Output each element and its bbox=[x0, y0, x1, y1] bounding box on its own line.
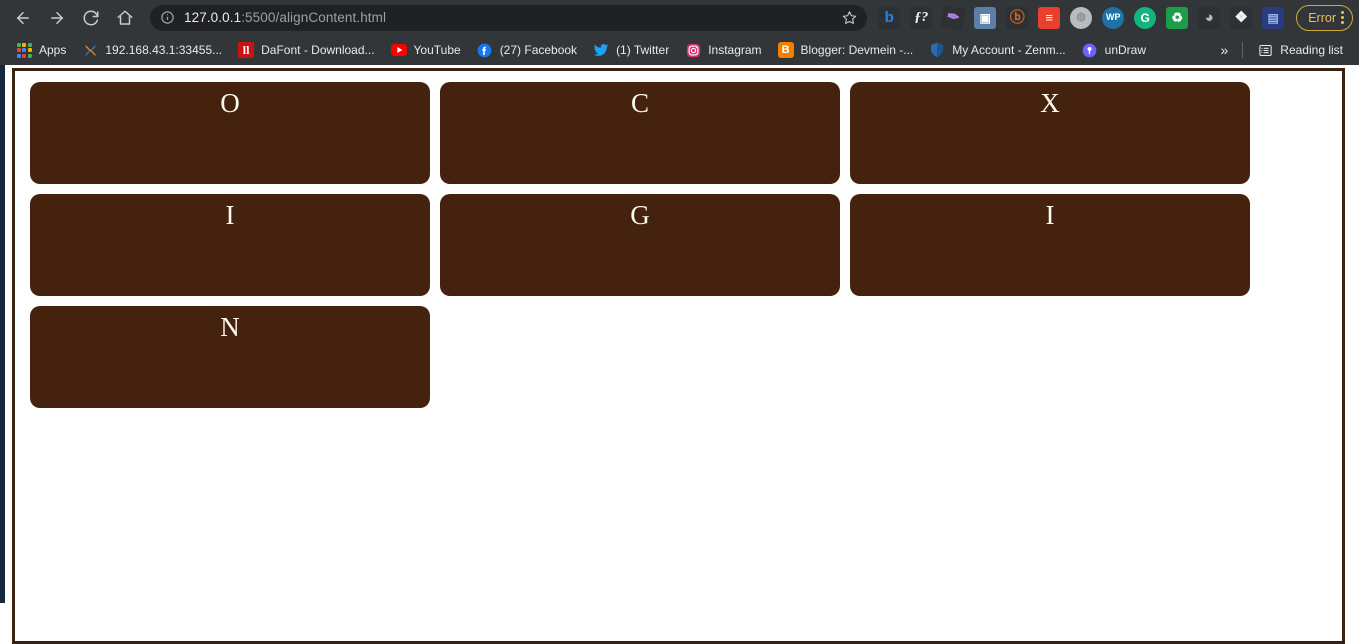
fontface-ninja-extension-icon[interactable]: ƒ? bbox=[910, 6, 933, 29]
window-left-edge bbox=[0, 65, 5, 603]
back-button[interactable] bbox=[8, 3, 38, 33]
bookmark-twitter[interactable]: (1) Twitter bbox=[585, 39, 677, 61]
flex-item: C bbox=[440, 82, 840, 184]
bookmark-label: DaFont - Download... bbox=[261, 43, 375, 57]
xampp-icon bbox=[82, 42, 98, 58]
bookmark-label: (27) Facebook bbox=[499, 43, 578, 57]
screenshot-extension-icon[interactable]: ▣ bbox=[974, 6, 997, 29]
flex-container: OCXIGIN bbox=[12, 68, 1345, 644]
bookmark-label: unDraw bbox=[1104, 43, 1146, 57]
twitter-icon bbox=[593, 42, 609, 58]
flex-item: I bbox=[850, 194, 1250, 296]
bookmark-label: (1) Twitter bbox=[616, 43, 670, 57]
screencast-extension-icon[interactable]: ▤ bbox=[1262, 6, 1285, 29]
flex-item: X bbox=[850, 82, 1250, 184]
bitwarden-extension-icon[interactable]: ⓑ bbox=[1006, 6, 1029, 29]
bitly-extension-icon[interactable]: b bbox=[878, 6, 901, 29]
zenmate-shield-icon bbox=[929, 42, 945, 58]
bookmark-facebook[interactable]: (27) Facebook bbox=[469, 39, 585, 61]
bookmark-blogger[interactable]: B Blogger: Devmein -... bbox=[770, 39, 922, 61]
address-bar[interactable]: 127.0.0.1:5500/alignContent.html bbox=[150, 4, 868, 31]
bookmark-label: YouTube bbox=[413, 43, 461, 57]
facebook-icon bbox=[477, 42, 493, 58]
forward-button[interactable] bbox=[42, 3, 72, 33]
error-label: Error bbox=[1308, 10, 1336, 25]
grammarly-extension-icon[interactable]: G bbox=[1134, 6, 1157, 29]
bookmark-youtube[interactable]: YouTube bbox=[383, 39, 469, 61]
site-info-icon[interactable] bbox=[160, 10, 175, 25]
flex-item: G bbox=[440, 194, 840, 296]
flex-item: N bbox=[30, 306, 430, 408]
bookmark-label: 192.168.43.1:33455... bbox=[105, 43, 223, 57]
bookmark-label: Instagram bbox=[708, 43, 762, 57]
kebab-menu-icon[interactable] bbox=[1341, 11, 1344, 24]
extension-icons: b ƒ? ✒ ▣ ⓑ ≡ ◍ WP G ♻ ◕ ❖ ▤ bbox=[873, 4, 1289, 31]
bookmarks-overflow-icon[interactable]: » bbox=[1213, 42, 1237, 58]
bookmark-undraw[interactable]: unDraw bbox=[1074, 39, 1154, 61]
url-host: 127.0.0.1 bbox=[184, 10, 242, 25]
reading-list-button[interactable]: Reading list bbox=[1249, 39, 1351, 61]
similarweb-extension-icon[interactable]: ◕ bbox=[1198, 6, 1221, 29]
error-button[interactable]: Error bbox=[1296, 4, 1353, 31]
browser-chrome: 127.0.0.1:5500/alignContent.html b ƒ? ✒ … bbox=[0, 0, 1359, 65]
bookmarks-bar: Apps 192.168.43.1:33455... ll DaFont - D… bbox=[0, 35, 1359, 65]
feather-extension-icon[interactable]: ✒ bbox=[940, 4, 967, 31]
bookmark-instagram[interactable]: Instagram bbox=[677, 39, 769, 61]
youtube-icon bbox=[390, 42, 407, 58]
dafont-icon: ll bbox=[238, 42, 255, 58]
flex-item: I bbox=[30, 194, 430, 296]
wordpress-extension-icon[interactable]: WP bbox=[1102, 6, 1125, 29]
recycle-extension-icon[interactable]: ♻ bbox=[1166, 6, 1189, 29]
bookmark-label: Blogger: Devmein -... bbox=[800, 43, 914, 57]
bookmark-local-server[interactable]: 192.168.43.1:33455... bbox=[74, 39, 230, 61]
bookmark-star-icon[interactable] bbox=[842, 10, 857, 25]
undraw-icon bbox=[1082, 42, 1098, 58]
url-text[interactable]: 127.0.0.1:5500/alignContent.html bbox=[184, 10, 834, 25]
extensions-puzzle-icon[interactable]: ❖ bbox=[1230, 6, 1253, 29]
apps-grid-icon bbox=[16, 42, 32, 58]
browser-toolbar: 127.0.0.1:5500/alignContent.html b ƒ? ✒ … bbox=[0, 0, 1359, 35]
bookmark-dafont[interactable]: ll DaFont - Download... bbox=[230, 39, 382, 61]
browser-window: 127.0.0.1:5500/alignContent.html b ƒ? ✒ … bbox=[0, 0, 1359, 644]
page-viewport: OCXIGIN bbox=[0, 65, 1359, 644]
todoist-extension-icon[interactable]: ≡ bbox=[1038, 6, 1061, 29]
bookmark-label: My Account - Zenm... bbox=[952, 43, 1066, 57]
bookmark-label: Apps bbox=[39, 43, 67, 57]
reading-list-icon bbox=[1257, 42, 1273, 58]
blogger-icon: B bbox=[777, 42, 794, 58]
loom-extension-icon[interactable]: ◍ bbox=[1070, 6, 1093, 29]
flex-item: O bbox=[30, 82, 430, 184]
instagram-icon bbox=[685, 42, 701, 58]
url-path: :5500/alignContent.html bbox=[241, 10, 387, 25]
reading-list-label: Reading list bbox=[1280, 43, 1343, 57]
home-button[interactable] bbox=[110, 3, 140, 33]
reload-button[interactable] bbox=[76, 3, 106, 33]
bookmark-apps[interactable]: Apps bbox=[8, 39, 74, 61]
bookmark-zenmate[interactable]: My Account - Zenm... bbox=[921, 39, 1073, 61]
bookmarks-divider bbox=[1242, 42, 1244, 58]
